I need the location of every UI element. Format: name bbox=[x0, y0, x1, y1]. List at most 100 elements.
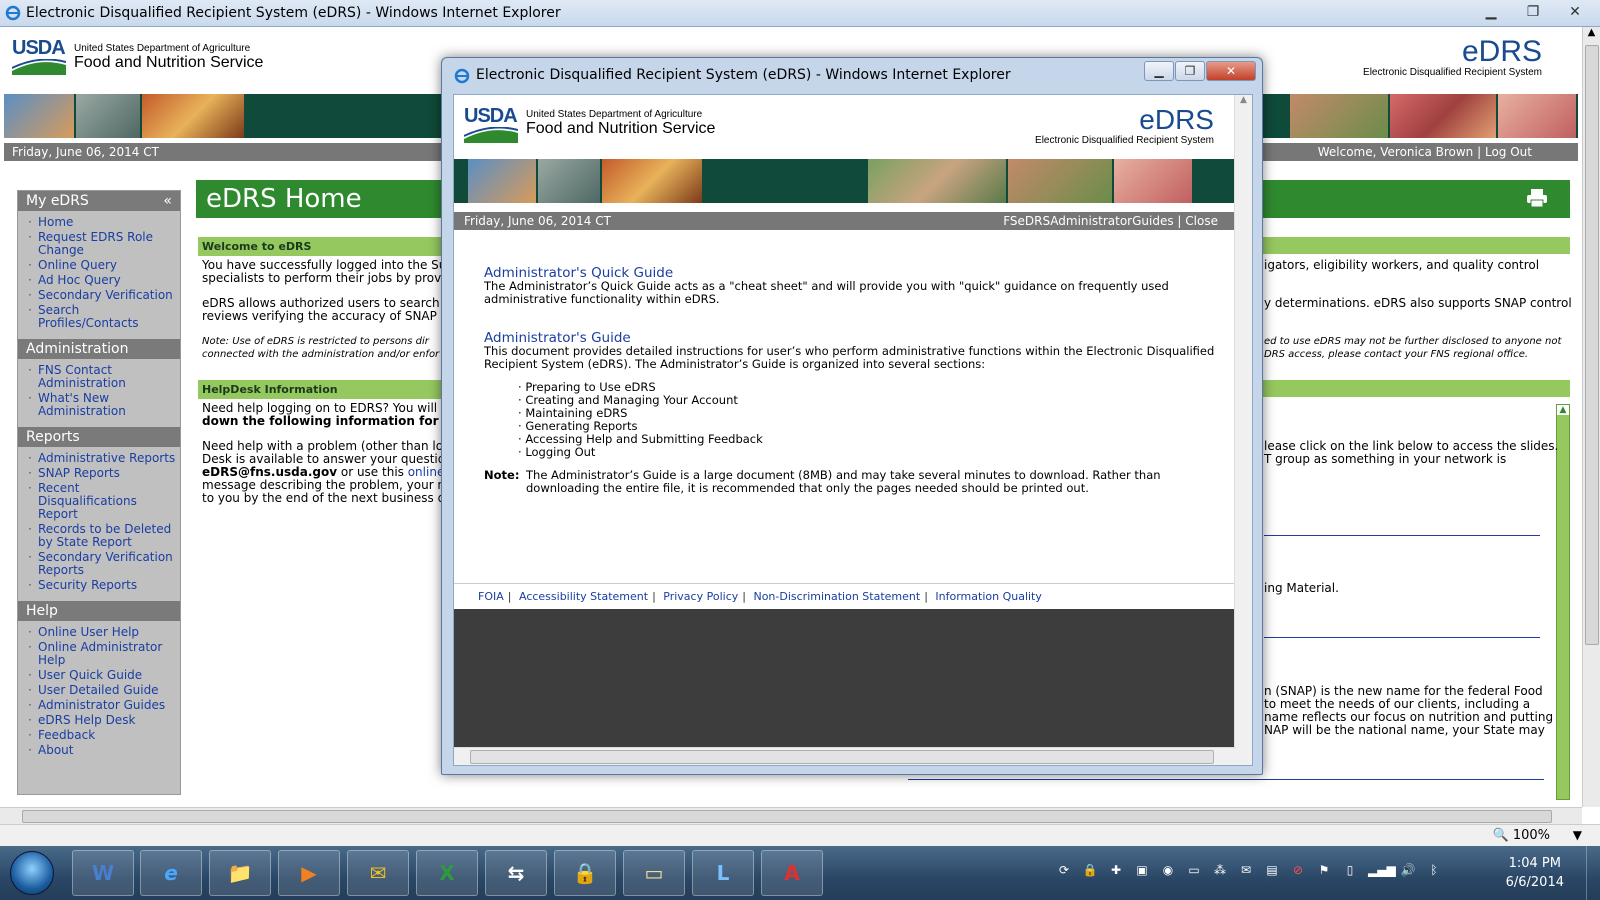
close-button[interactable]: ✕ bbox=[1206, 61, 1256, 81]
lync-taskbar-button[interactable]: L bbox=[692, 850, 754, 896]
tray-device-icon[interactable]: ▯ bbox=[1342, 863, 1358, 879]
zoom-level[interactable]: 🔍 100% bbox=[1493, 828, 1551, 843]
outer-vertical-scrollbar[interactable]: ▲ bbox=[1582, 27, 1600, 807]
collapse-nav-icon[interactable]: « bbox=[163, 193, 172, 209]
action-center-flag-icon[interactable]: ⚑ bbox=[1316, 863, 1332, 879]
foia-link[interactable]: FOIA bbox=[478, 590, 504, 603]
scroll-up-icon[interactable]: ▲ bbox=[1583, 27, 1600, 38]
popup-content-frame: USDA United States Department of Agricul… bbox=[453, 94, 1253, 766]
tray-no-icon[interactable]: ⊘ bbox=[1290, 863, 1306, 879]
outlook-taskbar-button[interactable]: ✉ bbox=[347, 850, 409, 896]
welcome-heading: Welcome to eDRS bbox=[198, 237, 444, 256]
tray-shield-icon[interactable]: ◉ bbox=[1160, 863, 1176, 879]
close-link[interactable]: Close bbox=[1185, 214, 1218, 228]
nav-item-online-query[interactable]: Online Query bbox=[18, 258, 180, 273]
close-button[interactable]: ✕ bbox=[1554, 2, 1596, 22]
maximize-button[interactable]: ❐ bbox=[1175, 61, 1205, 81]
banner-photo bbox=[4, 94, 76, 138]
welcome-text: igators, eligibility workers, and qualit… bbox=[1264, 258, 1540, 272]
tray-mail-icon[interactable]: ✉ bbox=[1238, 863, 1254, 879]
welcome-text: specialists to perform their jobs by pro… bbox=[202, 271, 453, 285]
nav-item-secondary-verification-reports[interactable]: Secondary Verification Reports bbox=[18, 550, 180, 578]
current-date: Friday, June 06, 2014 CT bbox=[12, 145, 159, 159]
logout-link[interactable]: Log Out bbox=[1485, 145, 1532, 159]
outer-horizontal-scrollbar[interactable] bbox=[0, 807, 1582, 824]
print-icon[interactable] bbox=[1526, 188, 1548, 208]
information-quality-link[interactable]: Information Quality bbox=[935, 590, 1041, 603]
tray-app-icon[interactable]: ▤ bbox=[1264, 863, 1280, 879]
minimize-button[interactable]: ▁ bbox=[1470, 2, 1512, 22]
tray-plus-icon[interactable]: ✚ bbox=[1108, 863, 1124, 879]
nav-item-search-profiles[interactable]: Search Profiles/Contacts bbox=[18, 303, 180, 331]
nav-item-whats-new-admin[interactable]: What's New Administration bbox=[18, 391, 180, 419]
scroll-up-icon[interactable]: ▲ bbox=[1235, 95, 1252, 105]
banner-photo bbox=[76, 94, 142, 138]
current-date: Friday, June 06, 2014 CT bbox=[464, 214, 611, 228]
scroll-up-icon[interactable]: ▲ bbox=[1557, 405, 1569, 415]
tray-lock-icon[interactable]: 🔒 bbox=[1082, 863, 1098, 879]
scroll-thumb[interactable] bbox=[470, 750, 1214, 764]
word-taskbar-button[interactable]: W bbox=[72, 850, 134, 896]
scroll-thumb[interactable] bbox=[22, 810, 1552, 823]
usda-logo[interactable]: USDA bbox=[12, 37, 68, 77]
acrobat-taskbar-button[interactable]: A bbox=[761, 850, 823, 896]
nav-item-user-detailed-guide[interactable]: User Detailed Guide bbox=[18, 683, 180, 698]
banner-photo bbox=[602, 159, 704, 203]
nav-item-home[interactable]: Home bbox=[18, 215, 180, 230]
nav-item-online-admin-help[interactable]: Online Administrator Help bbox=[18, 640, 180, 668]
nav-item-administrator-guides[interactable]: Administrator Guides bbox=[18, 698, 180, 713]
accessibility-statement-link[interactable]: Accessibility Statement bbox=[519, 590, 648, 603]
nav-item-about[interactable]: About bbox=[18, 743, 180, 758]
nav-item-snap-reports[interactable]: SNAP Reports bbox=[18, 466, 180, 481]
privacy-policy-link[interactable]: Privacy Policy bbox=[663, 590, 738, 603]
show-desktop-button[interactable] bbox=[1586, 846, 1600, 900]
wifi-signal-icon[interactable]: ▂▄▆ bbox=[1368, 863, 1396, 879]
nav-item-online-user-help[interactable]: Online User Help bbox=[18, 625, 180, 640]
nav-item-records-to-be-deleted[interactable]: Records to be Deleted by State Report bbox=[18, 522, 180, 550]
popup-vertical-scrollbar[interactable]: ▲ bbox=[1234, 95, 1252, 765]
internet-explorer-taskbar-button[interactable]: e bbox=[140, 850, 202, 896]
tray-share-icon[interactable]: ⁂ bbox=[1212, 863, 1228, 879]
list-item: Logging Out bbox=[518, 446, 1224, 459]
nav-item-request-role-change[interactable]: Request EDRS Role Change bbox=[18, 230, 180, 258]
nav-item-user-quick-guide[interactable]: User Quick Guide bbox=[18, 668, 180, 683]
nav-item-security-reports[interactable]: Security Reports bbox=[18, 578, 180, 593]
nav-item-recent-disqualifications[interactable]: Recent Disqualifications Report bbox=[18, 481, 180, 522]
nav-item-secondary-verification[interactable]: Secondary Verification bbox=[18, 288, 180, 303]
clock-date: 6/6/2014 bbox=[1505, 875, 1564, 890]
tray-monitor-icon[interactable]: ▭ bbox=[1186, 863, 1202, 879]
agency-name: Food and Nutrition Service bbox=[74, 54, 264, 71]
nav-section-reports: Reports bbox=[18, 427, 180, 447]
helpdesk-heading-continued bbox=[1260, 380, 1570, 397]
volume-icon[interactable]: 🔊 bbox=[1400, 863, 1416, 879]
nav-item-help-desk[interactable]: eDRS Help Desk bbox=[18, 713, 180, 728]
bluetooth-icon[interactable]: ᛒ bbox=[1426, 863, 1442, 879]
note-text: DRS access, please contact your FNS regi… bbox=[1264, 349, 1529, 360]
nav-item-administrative-reports[interactable]: Administrative Reports bbox=[18, 451, 180, 466]
banner-photo bbox=[1390, 94, 1498, 138]
popup-titlebar[interactable]: Electronic Disqualified Recipient System… bbox=[442, 58, 1262, 94]
excel-taskbar-button[interactable]: X bbox=[416, 850, 478, 896]
helpdesk-email[interactable]: eDRS@fns.usda.gov bbox=[202, 465, 337, 479]
system-clock[interactable]: 1:04 PM 6/6/2014 bbox=[1506, 854, 1564, 892]
media-player-taskbar-button[interactable]: ▶ bbox=[278, 850, 340, 896]
sticky-notes-taskbar-button[interactable]: ▭ bbox=[623, 850, 685, 896]
minimize-button[interactable]: ▁ bbox=[1144, 61, 1174, 81]
non-discrimination-statement-link[interactable]: Non-Discrimination Statement bbox=[753, 590, 920, 603]
chevron-down-icon[interactable]: ▼ bbox=[1573, 828, 1582, 842]
nav-item-fns-contact-admin[interactable]: FNS Contact Administration bbox=[18, 363, 180, 391]
user-id: FSeDRSAdministratorGuides bbox=[1003, 214, 1174, 228]
tray-sync-icon[interactable]: ⟳ bbox=[1056, 863, 1072, 879]
file-explorer-taskbar-button[interactable]: 📁 bbox=[209, 850, 271, 896]
security-taskbar-button[interactable]: 🔒 bbox=[554, 850, 616, 896]
usda-logo[interactable]: USDA bbox=[464, 105, 524, 145]
nav-item-ad-hoc-query[interactable]: Ad Hoc Query bbox=[18, 273, 180, 288]
nav-item-feedback[interactable]: Feedback bbox=[18, 728, 180, 743]
maximize-button[interactable]: ❐ bbox=[1512, 2, 1554, 22]
remote-desktop-taskbar-button[interactable]: ⇆ bbox=[485, 850, 547, 896]
start-button[interactable] bbox=[10, 851, 54, 895]
tray-network-icon[interactable]: ▣ bbox=[1134, 863, 1150, 879]
scroll-thumb[interactable] bbox=[1585, 45, 1599, 645]
popup-horizontal-scrollbar[interactable] bbox=[454, 747, 1236, 765]
usda-logo-swoosh-icon bbox=[12, 59, 66, 75]
